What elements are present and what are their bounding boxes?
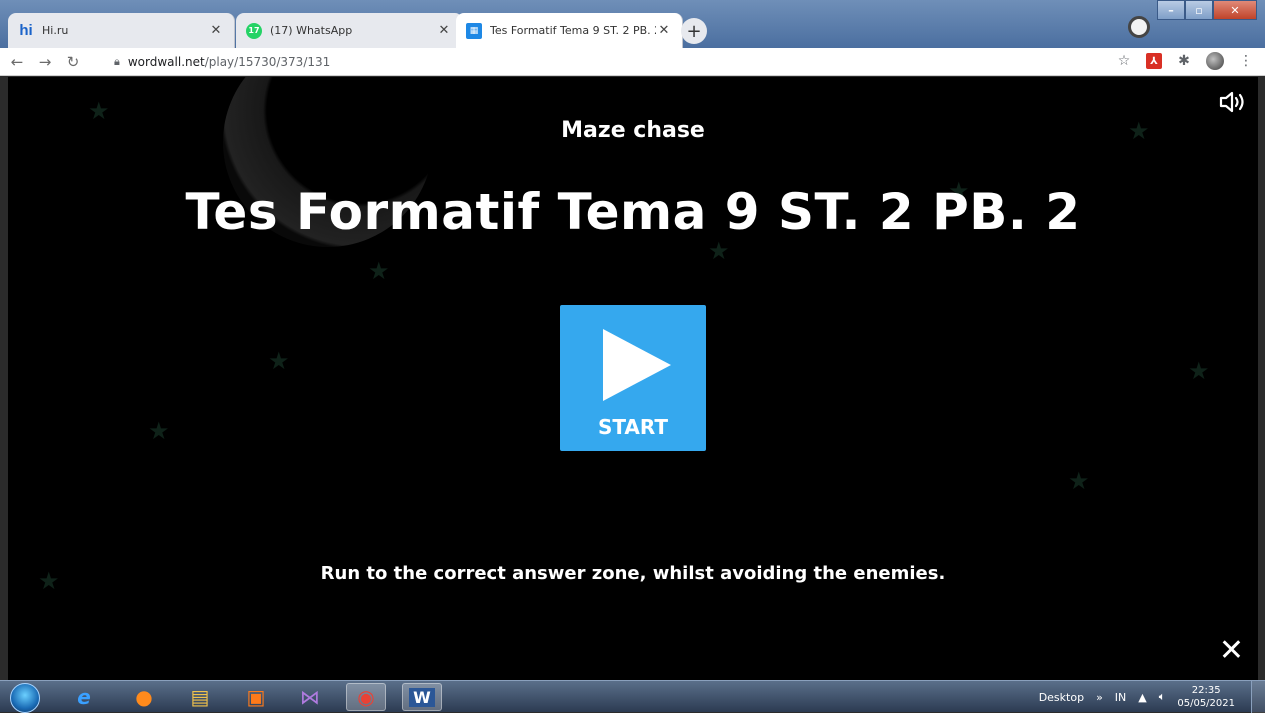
star-decoration-icon: ★ <box>268 347 290 375</box>
tab-wordwall[interactable]: ▦ Tes Formatif Tema 9 ST. 2 PB. 2 - ✕ <box>456 13 683 48</box>
url-host: wordwall.net <box>127 55 205 69</box>
address-bar[interactable]: 🔒︎ wordwall.net /play/15730/373/131 <box>108 50 1128 74</box>
media-player-icon[interactable]: ▣ <box>236 683 276 711</box>
tab-title: Hi.ru <box>42 24 69 37</box>
system-tray: Desktop » IN ▲ 🔈︎ 22:35 05/05/2021 <box>1039 681 1235 713</box>
toolbar-chevron-icon[interactable]: » <box>1096 691 1103 704</box>
chrome-icon[interactable]: ◉ <box>346 683 386 711</box>
close-tab-icon[interactable]: ✕ <box>208 23 224 38</box>
star-decoration-icon: ★ <box>708 237 730 265</box>
volume-icon[interactable]: 🔈︎ <box>1159 690 1166 704</box>
word-icon[interactable]: W <box>402 683 442 711</box>
menu-kebab-icon[interactable]: ⋮ <box>1237 52 1255 70</box>
game-type-label: Maze chase <box>561 118 705 143</box>
file-explorer-icon[interactable]: ▤ <box>180 683 220 711</box>
close-window-button[interactable]: ✕ <box>1213 0 1257 20</box>
game-area: ★ ★ ★ ★ ★ ★ ★ ★ ★ ★ Maze chase Tes Forma… <box>8 77 1258 680</box>
wordwall-icon: ▦ <box>466 22 482 39</box>
whatsapp-icon: 17 <box>246 22 262 39</box>
start-label: START <box>597 415 669 439</box>
speaker-icon <box>1219 91 1244 113</box>
forward-arrow-icon[interactable]: → <box>34 53 56 71</box>
maximize-button[interactable]: ▫ <box>1185 0 1213 20</box>
browser-profile-icon[interactable] <box>1128 16 1150 38</box>
start-button[interactable]: START <box>560 305 706 451</box>
tab-title: (17) WhatsApp <box>270 24 353 37</box>
pdf-extension-icon[interactable]: ⅄ <box>1146 53 1162 69</box>
reload-icon[interactable]: ↻ <box>62 53 84 71</box>
close-tab-icon[interactable]: ✕ <box>436 23 452 38</box>
tab-whatsapp[interactable]: 17 (17) WhatsApp ✕ <box>236 13 463 48</box>
internet-explorer-icon[interactable]: e <box>64 683 104 711</box>
game-instructions: Run to the correct answer zone, whilst a… <box>320 563 946 584</box>
star-decoration-icon: ★ <box>1188 357 1210 385</box>
minimize-button[interactable]: – <box>1157 0 1185 20</box>
star-decoration-icon: ★ <box>148 417 170 445</box>
window-controls: – ▫ ✕ <box>1157 0 1257 20</box>
lock-icon[interactable]: 🔒︎ <box>114 55 120 69</box>
desktop-toolbar-label[interactable]: Desktop <box>1039 691 1084 704</box>
play-icon <box>603 329 671 401</box>
browser-toolbar: ← → ↻ 🔒︎ wordwall.net /play/15730/373/13… <box>0 48 1265 76</box>
clock-date: 05/05/2021 <box>1177 698 1235 709</box>
profile-avatar-icon[interactable] <box>1206 52 1224 70</box>
clock[interactable]: 22:35 05/05/2021 <box>1177 684 1235 710</box>
sound-toggle-button[interactable] <box>1218 89 1248 115</box>
tray-expand-icon[interactable]: ▲ <box>1138 691 1146 704</box>
close-tab-icon[interactable]: ✕ <box>656 23 672 38</box>
visual-studio-icon[interactable]: ⋈ <box>290 683 330 711</box>
close-icon[interactable]: ✕ <box>1219 636 1244 666</box>
language-indicator[interactable]: IN <box>1115 691 1126 704</box>
browser-tab-strip: hi Hi.ru ✕ 17 (17) WhatsApp ✕ ▦ Tes Form… <box>0 0 1265 48</box>
firefox-icon[interactable]: ● <box>124 683 164 711</box>
show-desktop-button[interactable] <box>1251 681 1265 713</box>
star-decoration-icon: ★ <box>1068 467 1090 495</box>
new-tab-button[interactable]: + <box>681 18 707 44</box>
tab-hi-ru[interactable]: hi Hi.ru ✕ <box>8 13 235 48</box>
clock-time: 22:35 <box>1191 685 1221 696</box>
windows-start-button[interactable] <box>10 683 40 713</box>
tab-title: Tes Formatif Tema 9 ST. 2 PB. 2 - <box>490 24 656 37</box>
hi-logo-icon: hi <box>19 22 33 39</box>
url-path: /play/15730/373/131 <box>204 55 331 69</box>
extensions-puzzle-icon[interactable]: ✱ <box>1175 52 1193 70</box>
back-arrow-icon[interactable]: ← <box>6 53 28 71</box>
bookmark-star-icon[interactable]: ☆ <box>1115 52 1133 70</box>
windows-taskbar: e ● ▤ ▣ ⋈ ◉ W Desktop » IN ▲ 🔈︎ 22:35 05… <box>0 680 1265 713</box>
star-decoration-icon: ★ <box>368 257 390 285</box>
activity-title: Tes Formatif Tema 9 ST. 2 PB. 2 <box>185 183 1081 241</box>
